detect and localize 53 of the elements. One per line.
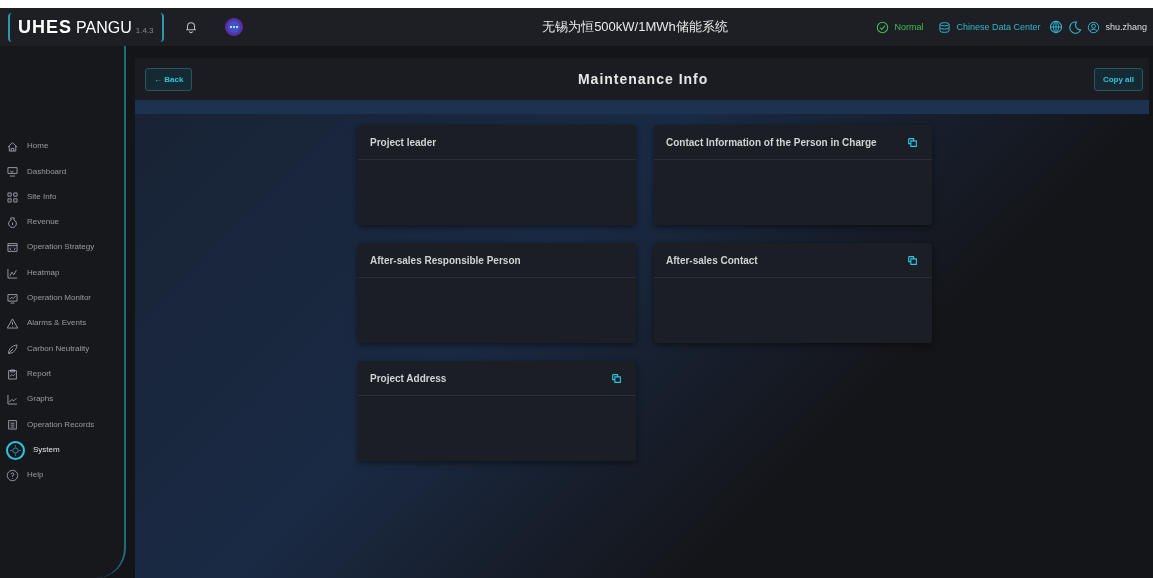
data-center-link[interactable]: Chinese Data Center: [956, 22, 1041, 32]
sidebar-item[interactable]: Home: [6, 134, 116, 160]
sidebar-item[interactable]: System: [6, 437, 116, 463]
database-icon: [938, 20, 952, 34]
nav-icon: [6, 418, 19, 432]
copy-all-button[interactable]: Copy all: [1093, 67, 1143, 91]
chat-bubble-icon[interactable]: [223, 17, 244, 37]
sidebar-item[interactable]: Site Info: [6, 184, 116, 210]
card-title: Project Address: [370, 372, 447, 384]
product-name: PANGU: [76, 18, 132, 37]
sidebar-item[interactable]: Heatmap: [6, 260, 116, 286]
nav-icon: [6, 165, 19, 179]
sidebar-item[interactable]: Revenue: [6, 209, 116, 236]
nav-icon: [6, 317, 19, 331]
user-name[interactable]: shu.zhang: [1105, 22, 1147, 32]
nav-icon: [6, 469, 19, 482]
logo: UHES: [18, 16, 72, 38]
back-button[interactable]: ← Back: [145, 67, 193, 91]
nav-icon: [6, 367, 19, 381]
nav-icon: [6, 216, 19, 230]
copy-icon[interactable]: [907, 136, 918, 148]
nav-icon: [6, 342, 19, 356]
nav-icon: [6, 291, 19, 305]
nav-icon: [6, 140, 19, 154]
sidebar-item[interactable]: Operation Records: [6, 412, 116, 438]
globe-icon[interactable]: [1049, 20, 1064, 34]
version-label: 1.4.3: [135, 25, 154, 35]
status-label: Normal: [894, 22, 924, 32]
sidebar-item[interactable]: Alarms & Events: [6, 311, 116, 337]
bell-icon[interactable]: [183, 20, 198, 34]
sidebar-item[interactable]: Operation Strategy: [6, 235, 116, 261]
nav-icon: [6, 393, 19, 407]
sidebar-item[interactable]: Graphs: [6, 386, 116, 413]
user-icon[interactable]: [1087, 20, 1101, 34]
card-title: After-sales Contact: [666, 254, 758, 266]
card-title: After-sales Responsible Person: [370, 254, 521, 266]
site-title: 无锡为恒500kW/1MWh储能系统: [541, 18, 729, 36]
check-circle-icon: [876, 20, 890, 34]
nav-icon: [6, 190, 19, 204]
page-title: Maintenance Info: [577, 71, 709, 87]
nav-icon: [6, 241, 19, 255]
nav-icon: [6, 266, 19, 280]
moon-icon[interactable]: [1068, 20, 1083, 34]
card-title: Contact Information of the Person in Charge: [666, 136, 877, 148]
copy-icon[interactable]: [611, 372, 622, 384]
sidebar-item[interactable]: Operation Monitor: [6, 285, 116, 312]
sidebar-item[interactable]: Carbon Neutrality: [6, 336, 116, 362]
card-title: Project leader: [370, 136, 437, 148]
sidebar-item[interactable]: Dashboard: [6, 159, 116, 185]
sidebar-item[interactable]: Help: [6, 462, 116, 489]
sidebar-item[interactable]: Report: [6, 361, 116, 387]
nav-icon: [6, 440, 25, 460]
copy-icon[interactable]: [907, 254, 918, 266]
